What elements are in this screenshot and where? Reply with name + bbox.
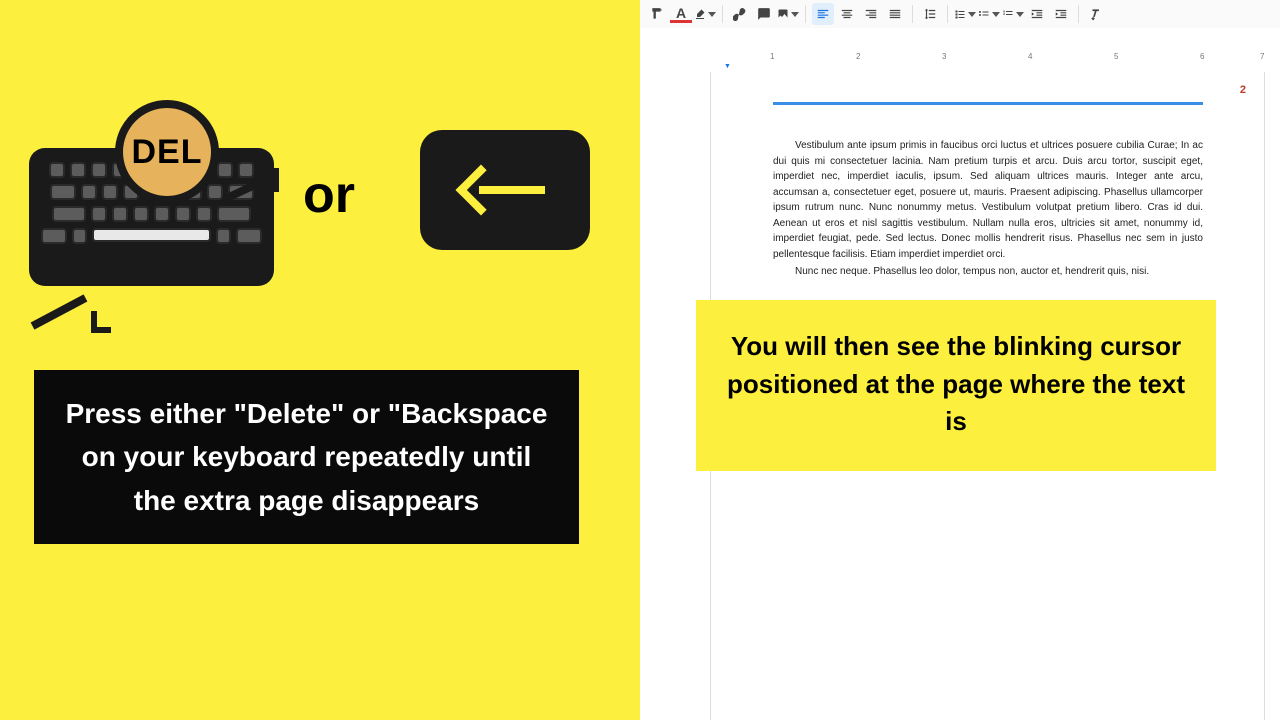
checklist-button[interactable]: [954, 3, 976, 25]
docs-toolbar: A: [640, 0, 1280, 28]
ruler-mark: 6: [1200, 52, 1204, 61]
separator: [722, 5, 723, 23]
increase-indent-button[interactable]: [1050, 3, 1072, 25]
decrease-indent-button[interactable]: [1026, 3, 1048, 25]
insert-image-button[interactable]: [777, 3, 799, 25]
highlight-button[interactable]: [694, 3, 716, 25]
separator: [912, 5, 913, 23]
ruler-mark: 7: [1260, 52, 1264, 61]
arrow-left-icon: [455, 160, 555, 220]
callout-annotation: You will then see the blinking cursor po…: [696, 300, 1216, 471]
line-spacing-button[interactable]: [919, 3, 941, 25]
numbered-list-button[interactable]: [1002, 3, 1024, 25]
bulleted-list-button[interactable]: [978, 3, 1000, 25]
align-center-button[interactable]: [836, 3, 858, 25]
align-right-button[interactable]: [860, 3, 882, 25]
align-left-button[interactable]: [812, 3, 834, 25]
separator: [947, 5, 948, 23]
document-body-text[interactable]: Vestibulum ante ipsum primis in faucibus…: [773, 138, 1203, 282]
instruction-panel-left: DEL or Press either "Delete" or "Backspa…: [0, 0, 640, 720]
add-comment-button[interactable]: [753, 3, 775, 25]
ruler-mark: 2: [856, 52, 860, 61]
text-color-label: A: [676, 7, 686, 19]
callout-text: You will then see the blinking cursor po…: [727, 331, 1185, 436]
instruction-text-box: Press either "Delete" or "Backspace on y…: [34, 370, 579, 544]
header-underline: [773, 102, 1203, 105]
ruler-mark: 5: [1114, 52, 1118, 61]
instruction-text: Press either "Delete" or "Backspace on y…: [66, 398, 548, 516]
doc-paragraph[interactable]: Nunc nec neque. Phasellus leo dolor, tem…: [773, 264, 1203, 280]
document-preview-panel: A ▼ 1 2 3 4 5 6 7 2 Vestibulum ant: [640, 0, 1280, 720]
horizontal-ruler[interactable]: ▼ 1 2 3 4 5 6 7: [660, 52, 1270, 70]
backspace-key-icon: [420, 130, 590, 250]
text-color-button[interactable]: A: [670, 5, 692, 23]
decor-line-icon: [31, 294, 88, 329]
ruler-mark: 3: [942, 52, 946, 61]
paint-format-icon[interactable]: [646, 3, 668, 25]
doc-paragraph[interactable]: Vestibulum ante ipsum primis in faucibus…: [773, 138, 1203, 262]
separator: [805, 5, 806, 23]
decor-notch-icon: [261, 168, 279, 192]
keyboard-delete-illustration: DEL: [29, 100, 274, 300]
ruler-mark: 4: [1028, 52, 1032, 61]
ruler-mark: 1: [770, 52, 774, 61]
insert-link-button[interactable]: [729, 3, 751, 25]
separator: [1078, 5, 1079, 23]
decor-notch-icon: [91, 311, 111, 333]
align-justify-button[interactable]: [884, 3, 906, 25]
clear-formatting-button[interactable]: [1085, 3, 1107, 25]
or-label: or: [303, 165, 355, 225]
delete-key-label: DEL: [132, 133, 203, 172]
page-number: 2: [1240, 84, 1246, 96]
delete-key-badge: DEL: [115, 100, 219, 204]
